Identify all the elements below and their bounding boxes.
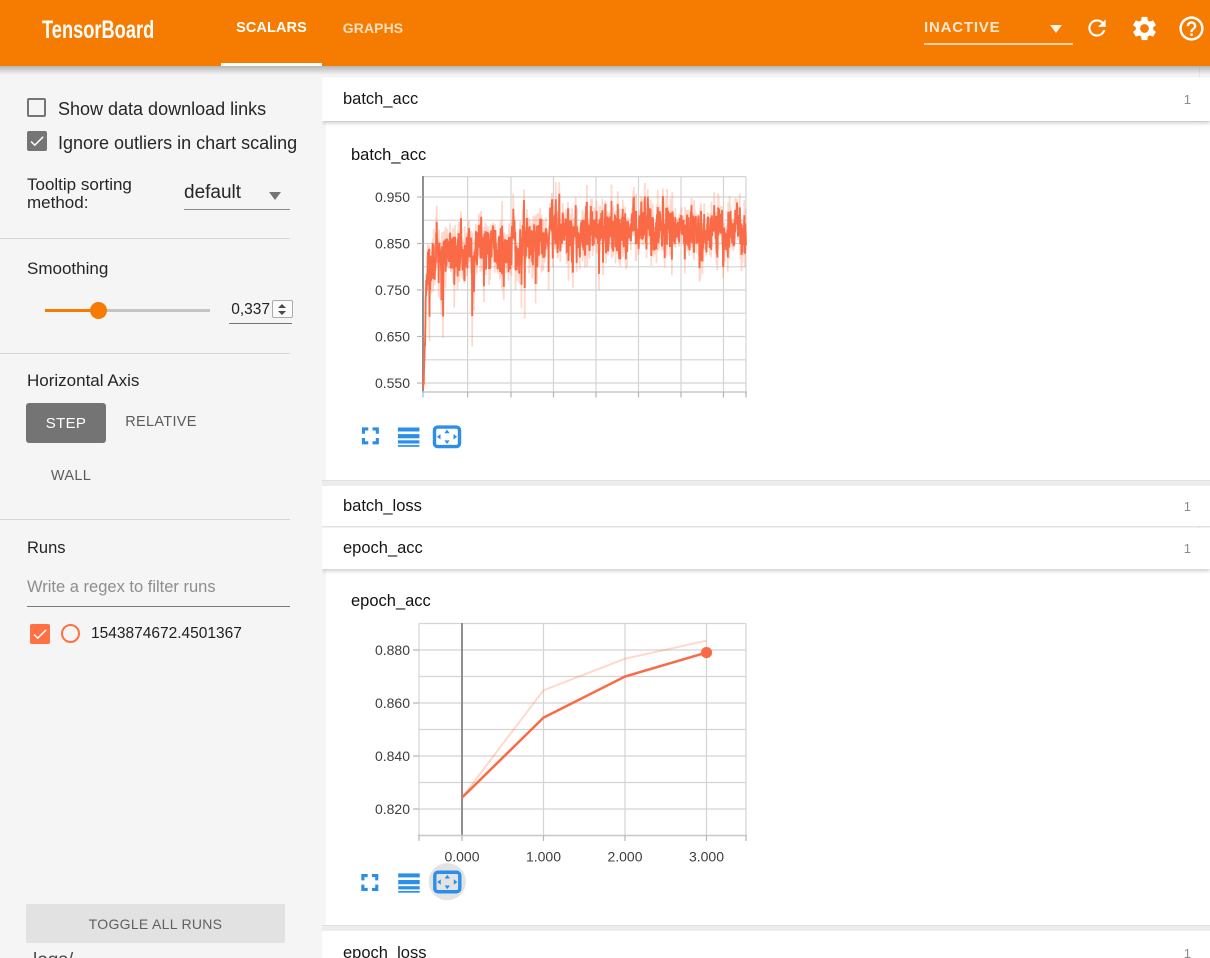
svg-text:0.840: 0.840: [375, 748, 410, 764]
svg-text:0.850: 0.850: [375, 235, 410, 251]
svg-text:0.750: 0.750: [375, 282, 410, 298]
svg-text:1.000: 1.000: [526, 849, 561, 865]
svg-text:0.860: 0.860: [375, 695, 410, 711]
svg-text:0.820: 0.820: [375, 801, 410, 817]
svg-text:0.650: 0.650: [375, 328, 410, 344]
svg-text:0.880: 0.880: [375, 642, 410, 658]
svg-text:0.550: 0.550: [375, 375, 410, 391]
svg-text:3.000: 3.000: [689, 849, 724, 865]
svg-text:0.950: 0.950: [375, 189, 410, 205]
svg-text:2.000: 2.000: [607, 849, 642, 865]
